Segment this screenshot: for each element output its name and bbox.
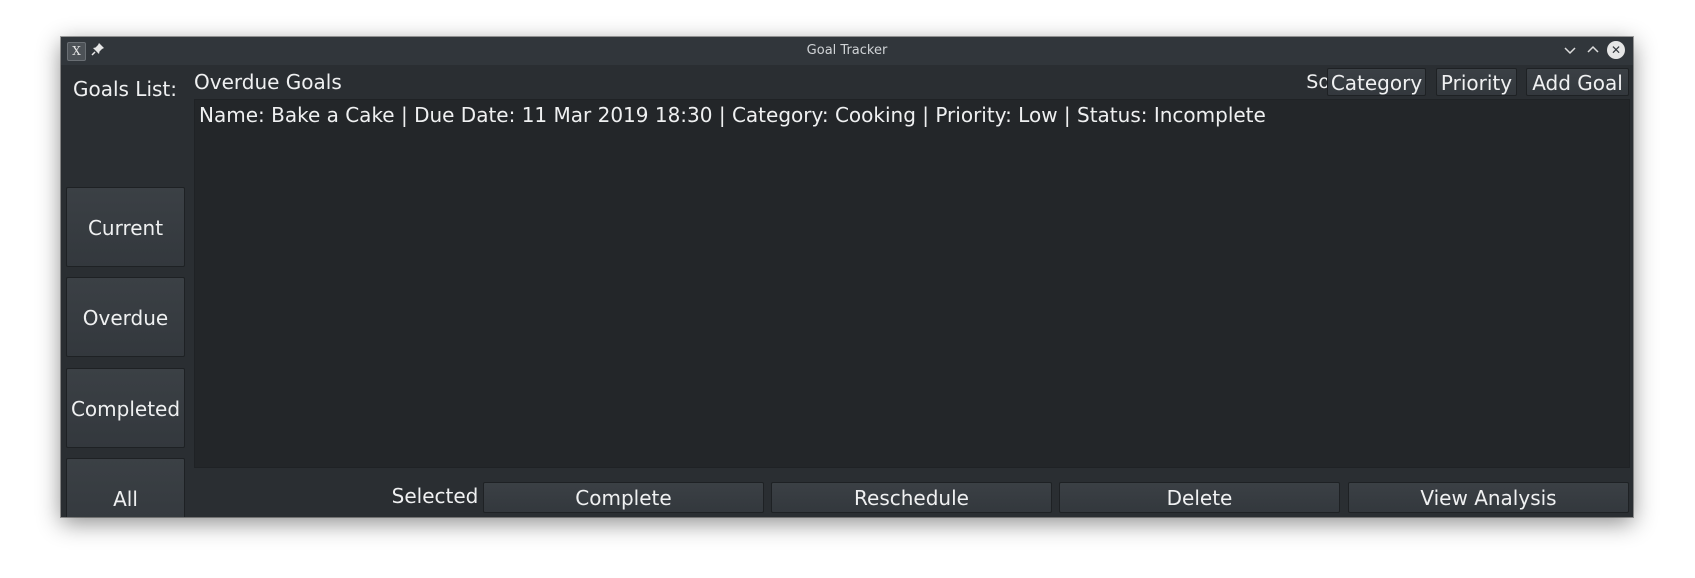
app-window: X Goal Tracker ✕ Goals List: Current Ove…: [61, 37, 1633, 517]
chevron-down-icon[interactable]: [1561, 42, 1579, 60]
view-analysis-button[interactable]: View Analysis: [1348, 482, 1629, 513]
chevron-up-icon[interactable]: [1584, 42, 1602, 60]
main-content: Goals List: Current Overdue Completed Al…: [61, 65, 1633, 517]
sort-category-button[interactable]: Category: [1327, 68, 1426, 96]
close-icon[interactable]: ✕: [1607, 41, 1625, 59]
page-title: Overdue Goals: [194, 70, 342, 94]
title-bar[interactable]: X Goal Tracker ✕: [61, 37, 1633, 66]
window-title: Goal Tracker: [806, 43, 888, 58]
goals-list-label: Goals List:: [72, 77, 178, 101]
complete-button[interactable]: Complete: [483, 482, 764, 513]
add-goal-button[interactable]: Add Goal: [1526, 68, 1629, 96]
delete-button[interactable]: Delete: [1059, 482, 1340, 513]
sidebar-button-completed[interactable]: Completed: [66, 368, 185, 448]
goals-list[interactable]: Name: Bake a Cake | Due Date: 11 Mar 201…: [194, 99, 1630, 468]
list-item[interactable]: Name: Bake a Cake | Due Date: 11 Mar 201…: [199, 102, 1266, 128]
sort-priority-button[interactable]: Priority: [1436, 68, 1517, 96]
sidebar-button-all[interactable]: All: [66, 458, 185, 517]
sidebar-button-current[interactable]: Current: [66, 187, 185, 267]
reschedule-button[interactable]: Reschedule: [771, 482, 1052, 513]
sidebar-button-overdue[interactable]: Overdue: [66, 277, 185, 357]
